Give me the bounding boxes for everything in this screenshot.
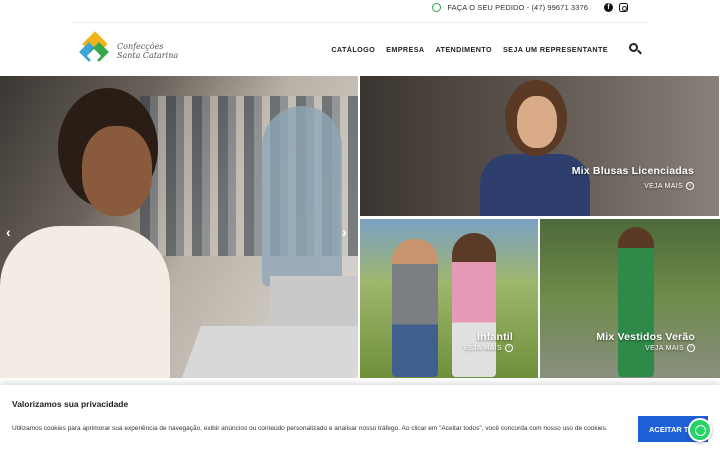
logo-line-1: Confecções — [117, 42, 164, 51]
tile-mix-blusas[interactable]: Mix Blusas Licenciadas VEJA MAIS › — [360, 76, 719, 216]
hero-woman-face — [82, 126, 152, 216]
arrow-right-icon: › — [505, 344, 513, 352]
hero-slider[interactable]: ‹ › — [0, 76, 358, 378]
slider-next-icon[interactable]: › — [342, 224, 347, 240]
arrow-right-icon: › — [686, 182, 694, 190]
tile-more-label: VEJA MAIS — [644, 182, 683, 190]
tile-more-label: VEJA MAIS — [645, 344, 684, 352]
hero-laptop — [179, 326, 358, 378]
nav-empresa[interactable]: EMPRESA — [386, 45, 424, 54]
tile-model-dress — [618, 227, 654, 377]
slider-prev-icon[interactable]: ‹ — [6, 224, 11, 240]
tile-title: Mix Vestidos Verão — [596, 331, 695, 343]
tile-more-label: VEJA MAIS — [463, 344, 502, 352]
cookie-banner: Valorizamos sua privacidade Utilizamos c… — [0, 385, 720, 450]
whatsapp-icon[interactable] — [432, 3, 442, 12]
top-bar-contact: FAÇA O SEU PEDIDO - (47) 99671 3376 f — [432, 3, 628, 12]
nav-atendimento[interactable]: ATENDIMENTO — [436, 45, 492, 54]
instagram-icon[interactable] — [619, 3, 628, 12]
tile-kid-girl — [452, 233, 496, 377]
site-header: Confecções Santa Catarina CATÁLOGO EMPRE… — [0, 23, 720, 75]
tile-infantil[interactable]: Infantil VEJA MAIS › — [360, 219, 538, 378]
tile-more-link[interactable]: VEJA MAIS › — [645, 344, 695, 352]
tile-title: Mix Blusas Licenciadas — [571, 165, 694, 177]
nav-seja-representante[interactable]: SEJA UM REPRESENTANTE — [503, 45, 608, 54]
hero-background-person — [262, 106, 342, 286]
search-icon[interactable] — [629, 43, 642, 55]
social-links: f — [604, 3, 628, 12]
order-phone-link[interactable]: FAÇA O SEU PEDIDO - (47) 99671 3376 — [447, 3, 588, 12]
tile-kid-boy — [392, 239, 438, 377]
nav-catalogo[interactable]: CATÁLOGO — [331, 45, 375, 54]
tile-more-link[interactable]: VEJA MAIS › — [463, 344, 513, 352]
tile-more-link[interactable]: VEJA MAIS › — [644, 182, 694, 190]
tile-mix-vestidos[interactable]: Mix Vestidos Verão VEJA MAIS › — [540, 219, 720, 378]
tile-title: Infantil — [476, 331, 513, 343]
cookie-text: Utilizamos cookies para aprimorar sua ex… — [12, 425, 608, 432]
tile-model-face — [517, 96, 557, 148]
facebook-icon[interactable]: f — [604, 3, 613, 12]
main-nav: CATÁLOGO EMPRESA ATENDIMENTO SEJA UM REP… — [331, 45, 608, 54]
tile-model-body — [480, 154, 590, 216]
top-bar: FAÇA O SEU PEDIDO - (47) 99671 3376 f — [0, 0, 720, 22]
cookie-title: Valorizamos sua privacidade — [12, 399, 129, 409]
site-logo[interactable]: Confecções Santa Catarina — [79, 31, 190, 69]
logo-mark-icon — [79, 31, 112, 67]
arrow-right-icon: › — [687, 344, 695, 352]
hero-woman-body — [0, 226, 170, 378]
logo-text: Confecções Santa Catarina — [117, 42, 178, 60]
logo-line-2: Santa Catarina — [117, 51, 179, 60]
whatsapp-float-icon[interactable] — [688, 418, 712, 442]
